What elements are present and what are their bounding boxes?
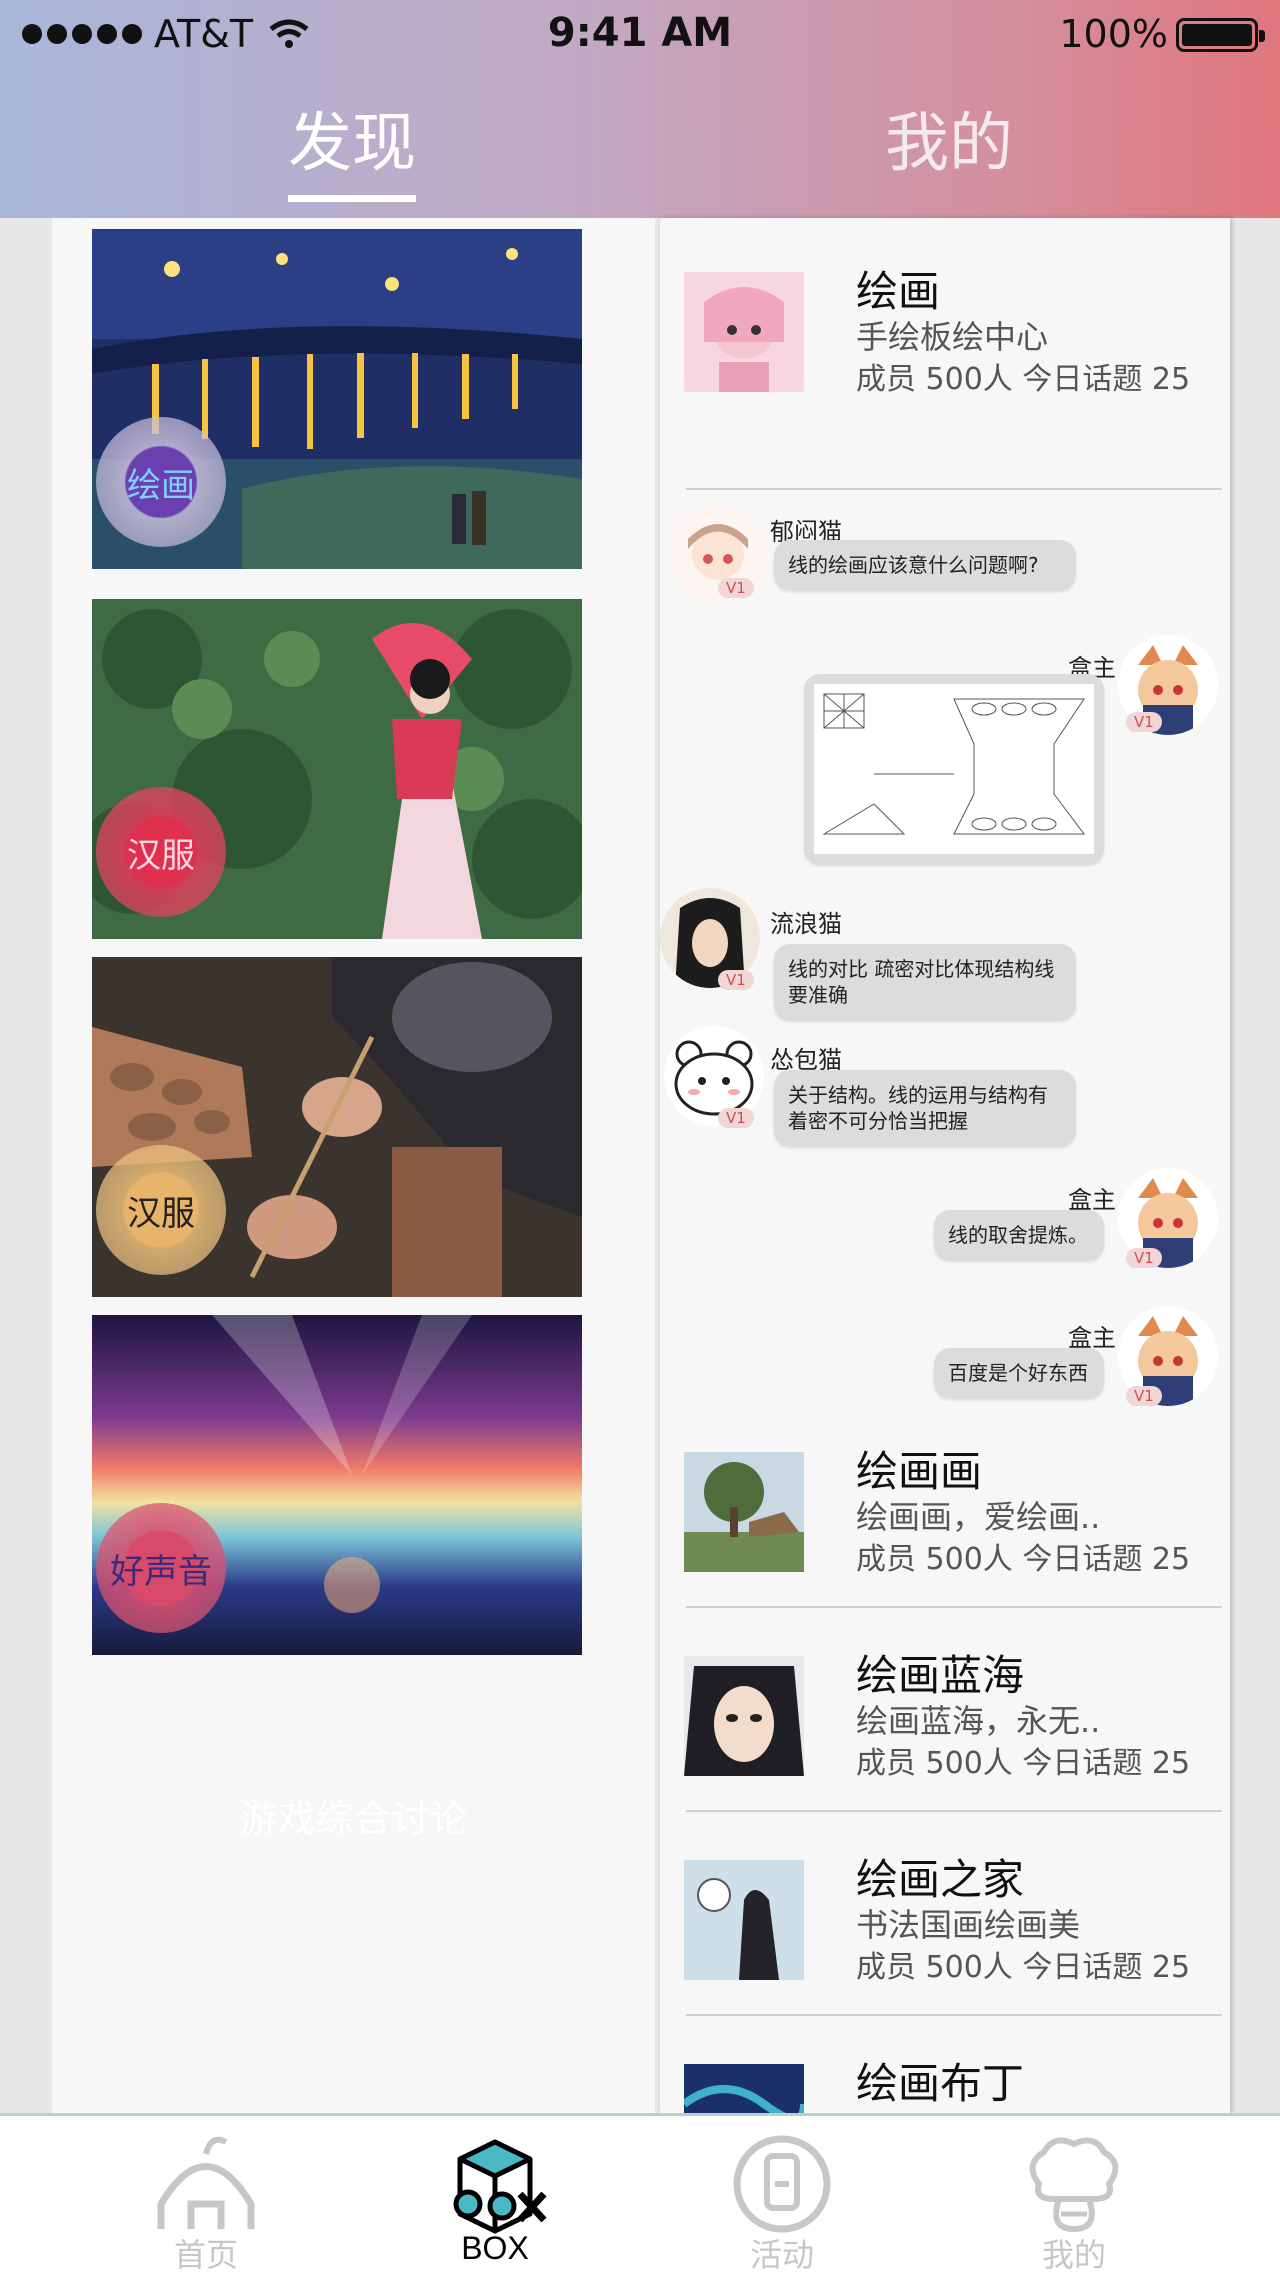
tab-discover[interactable]: 发现: [288, 92, 416, 202]
group-stats: 成员 500人 今日话题 25: [856, 362, 1191, 397]
activity-icon: [733, 2135, 831, 2233]
category-badge-painting: 绘画: [96, 417, 226, 547]
group-thumbnail: [684, 2064, 804, 2113]
bottom-nav: 首页 BOX 活动 我的: [0, 2113, 1280, 2277]
badge-label: 绘画: [127, 465, 195, 506]
sketch-diagram-image: [814, 684, 1094, 854]
featured-card-hanfu[interactable]: 汉服: [92, 599, 582, 939]
group-thumbnail: [684, 272, 804, 392]
group-card[interactable]: 绘画布丁 分享绘画技巧: [660, 2040, 1230, 2113]
group-card[interactable]: 绘画之家 书法国画绘画美 成员 500人 今日话题 25: [660, 1836, 1230, 2036]
nav-label: 首页: [173, 2236, 238, 2274]
group-description: 书法国画绘画美: [856, 1906, 1081, 1944]
level-badge: V1: [1126, 1386, 1162, 1406]
nav-home[interactable]: 首页: [106, 2134, 306, 2276]
badge-label: 汉服: [127, 835, 195, 876]
ghost-title: 游戏综合讨论: [239, 1797, 468, 1841]
nav-mine[interactable]: 我的: [974, 2134, 1174, 2276]
featured-card-craft[interactable]: 汉服: [92, 957, 582, 1297]
group-thumbnail: [684, 1860, 804, 1980]
badge-label: 好声音: [110, 1551, 212, 1592]
status-bar: AT&T 9:41 AM 100%: [0, 0, 1280, 64]
chat-bubble: 线的绘画应该意什么问题啊?: [774, 540, 1076, 590]
chat-bubble: 线的取舍提炼。: [934, 1210, 1104, 1260]
badge-label: 汉服: [127, 1193, 195, 1234]
group-name: 绘画布丁: [856, 2059, 1025, 2108]
profile-icon: [1029, 2137, 1119, 2233]
group-card[interactable]: 绘画画 绘画画，爱绘画.. 成员 500人 今日话题 25: [660, 1428, 1230, 1628]
divider: [686, 1810, 1222, 1812]
level-badge: V1: [718, 970, 754, 990]
chat-bubble: 线的对比 疏密对比体现结构线要准确: [774, 944, 1076, 1020]
group-description: 绘画蓝海，永无..: [856, 1702, 1101, 1740]
chat-bubble: 关于结构。线的运用与结构有着密不可分恰当把握: [774, 1070, 1076, 1146]
divider: [686, 1606, 1222, 1608]
group-stats: 成员 500人 今日话题 25: [856, 1950, 1191, 1985]
nav-label: 活动: [749, 2236, 814, 2274]
group-description: 绘画画，爱绘画..: [856, 1498, 1101, 1536]
group-card[interactable]: 绘画 手绘板绘中心 成员 500人 今日话题 25: [660, 248, 1230, 448]
group-name: 绘画画: [856, 1447, 983, 1496]
chat-image-bubble[interactable]: [804, 674, 1104, 864]
level-badge: V1: [1126, 1248, 1162, 1268]
level-badge: V1: [718, 578, 754, 598]
category-badge-hanfu: 汉服: [96, 787, 226, 917]
group-card[interactable]: 绘画蓝海 绘画蓝海，永无.. 成员 500人 今日话题 25: [660, 1632, 1230, 1832]
box-icon: [453, 2139, 547, 2234]
battery-icon: [1176, 18, 1265, 52]
group-thumbnail: [684, 1656, 804, 1776]
header: AT&T 9:41 AM 100% 发现 我的: [0, 0, 1280, 218]
nav-activity[interactable]: 活动: [682, 2134, 882, 2276]
nav-label: BOX: [461, 2230, 529, 2266]
nav-label: 我的: [1041, 2236, 1106, 2274]
group-stats: 成员 500人 今日话题 25: [856, 1542, 1191, 1577]
nav-box[interactable]: BOX: [395, 2134, 595, 2267]
group-name: 绘画之家: [856, 1855, 1025, 1904]
group-stats: 成员 500人 今日话题 25: [856, 1746, 1191, 1781]
featured-card-painting[interactable]: 绘画: [92, 229, 582, 569]
group-description: 分享绘画技巧: [856, 2104, 1048, 2113]
level-badge: V1: [1126, 712, 1162, 732]
chat-bubble: 百度是个好东西: [934, 1348, 1104, 1398]
house-icon: [157, 2136, 255, 2229]
group-thumbnail: [684, 1452, 804, 1572]
divider: [686, 488, 1222, 490]
battery-percent: 100%: [1059, 12, 1168, 56]
level-badge: V1: [718, 1108, 754, 1128]
divider: [686, 2014, 1222, 2016]
featured-card-voice[interactable]: 好声音: [92, 1315, 582, 1655]
chat-username: 流浪猫: [770, 910, 842, 938]
tab-mine[interactable]: 我的: [885, 92, 1013, 184]
group-description: 手绘板绘中心: [856, 318, 1049, 356]
group-name: 绘画蓝海: [856, 1651, 1025, 1700]
group-name: 绘画: [856, 267, 941, 316]
category-badge-craft: 汉服: [96, 1145, 226, 1275]
category-badge-voice: 好声音: [96, 1503, 226, 1633]
